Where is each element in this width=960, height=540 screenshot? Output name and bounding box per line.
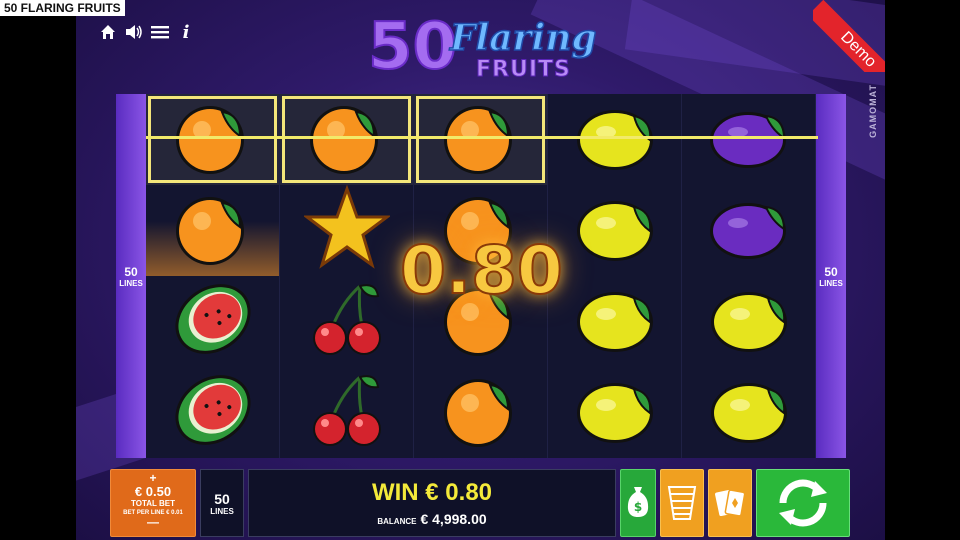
reel-cell bbox=[682, 185, 816, 276]
reel-cell bbox=[682, 94, 816, 185]
watermelon-icon bbox=[170, 367, 256, 458]
payline bbox=[146, 136, 818, 139]
lemon-icon bbox=[706, 367, 792, 458]
orange-icon bbox=[438, 94, 524, 185]
reel-cell bbox=[146, 94, 280, 185]
lemon-icon bbox=[572, 185, 658, 276]
demo-label: Demo bbox=[813, 0, 885, 72]
reel-cell bbox=[280, 184, 414, 276]
reel-cell bbox=[414, 94, 548, 185]
reel-cell bbox=[548, 276, 682, 367]
reel-cell bbox=[146, 276, 280, 367]
demo-ribbon: Demo bbox=[813, 0, 885, 72]
watermelon-icon bbox=[170, 276, 256, 367]
win-popup-amount: 0.80 bbox=[399, 231, 564, 310]
win-display: WIN € 0.80 BALANCE € 4,998.00 bbox=[248, 469, 616, 537]
paytable-icon bbox=[667, 486, 697, 520]
orange-icon bbox=[170, 185, 256, 276]
lines-count: 50 bbox=[124, 264, 138, 279]
reel-cell bbox=[414, 367, 548, 458]
top-toolbar: i bbox=[98, 22, 196, 43]
lines-indicator-left: 50 LINES bbox=[116, 94, 146, 458]
lines-count: 50 bbox=[824, 264, 838, 279]
stage: 50 FLARING FRUITS i 50 Flaring FRUITS De… bbox=[0, 0, 960, 540]
reel-cell bbox=[682, 276, 816, 367]
reel-cell bbox=[146, 185, 280, 276]
reel-cell bbox=[280, 276, 414, 367]
orange-icon bbox=[170, 94, 256, 185]
spin-button[interactable] bbox=[756, 469, 850, 537]
info-icon[interactable]: i bbox=[176, 22, 196, 43]
reel-cell bbox=[146, 367, 280, 458]
autoplay-button[interactable]: $ bbox=[620, 469, 656, 537]
lines-selector[interactable]: 50 LINES bbox=[200, 469, 244, 537]
total-bet-value: € 0.50 bbox=[134, 484, 172, 499]
plum-icon bbox=[706, 185, 792, 276]
logo-number: 50 bbox=[368, 10, 457, 80]
lemon-icon bbox=[706, 276, 792, 367]
reel-cell bbox=[280, 94, 414, 185]
total-bet-control[interactable]: + € 0.50 TOTAL BET BET PER LINE € 0.01 — bbox=[110, 469, 196, 537]
star-icon bbox=[302, 184, 391, 276]
svg-text:$: $ bbox=[634, 500, 642, 514]
lines-indicator-right: 50 LINES bbox=[816, 94, 846, 458]
cherry-icon bbox=[304, 367, 390, 458]
orange-icon bbox=[304, 94, 390, 185]
reel-cell bbox=[682, 367, 816, 458]
balance-label: BALANCE bbox=[377, 517, 417, 526]
balance-value: € 4,998.00 bbox=[420, 511, 487, 527]
logo-word2: FRUITS bbox=[476, 57, 571, 80]
menu-icon[interactable] bbox=[150, 22, 170, 42]
lines-selector-label: LINES bbox=[210, 506, 234, 516]
bet-increase-button[interactable]: + bbox=[111, 472, 195, 484]
lines-label: LINES bbox=[119, 278, 143, 288]
reel-cell bbox=[548, 367, 682, 458]
sound-icon[interactable] bbox=[124, 22, 144, 42]
home-icon[interactable] bbox=[98, 22, 118, 42]
reel-cell bbox=[548, 185, 682, 276]
bottom-bar: + € 0.50 TOTAL BET BET PER LINE € 0.01 —… bbox=[108, 469, 852, 540]
logo-word1: Flaring bbox=[449, 17, 596, 59]
provider-label: GAMOMAT bbox=[868, 84, 878, 138]
balance-display: BALANCE € 4,998.00 bbox=[377, 511, 486, 527]
cherry-icon bbox=[304, 276, 390, 367]
orange-icon bbox=[438, 367, 524, 458]
win-text: WIN € 0.80 bbox=[371, 479, 493, 506]
total-bet-label: TOTAL BET bbox=[131, 499, 175, 508]
lemon-icon bbox=[572, 94, 658, 185]
reel-cell bbox=[548, 94, 682, 185]
money-bag-icon: $ bbox=[627, 487, 649, 517]
reel-cell bbox=[280, 367, 414, 458]
lines-selector-count: 50 bbox=[214, 490, 230, 507]
gamble-button[interactable] bbox=[708, 469, 752, 537]
bet-decrease-button[interactable]: — bbox=[111, 516, 195, 528]
spin-icon bbox=[779, 479, 827, 527]
window-title: 50 FLARING FRUITS bbox=[0, 0, 125, 16]
game-logo: 50 Flaring FRUITS bbox=[366, 6, 597, 85]
paytable-button[interactable] bbox=[660, 469, 704, 537]
lemon-icon bbox=[572, 276, 658, 367]
plum-icon bbox=[706, 94, 792, 185]
lines-label: LINES bbox=[819, 278, 843, 288]
lemon-icon bbox=[572, 367, 658, 458]
cards-icon bbox=[715, 489, 746, 517]
